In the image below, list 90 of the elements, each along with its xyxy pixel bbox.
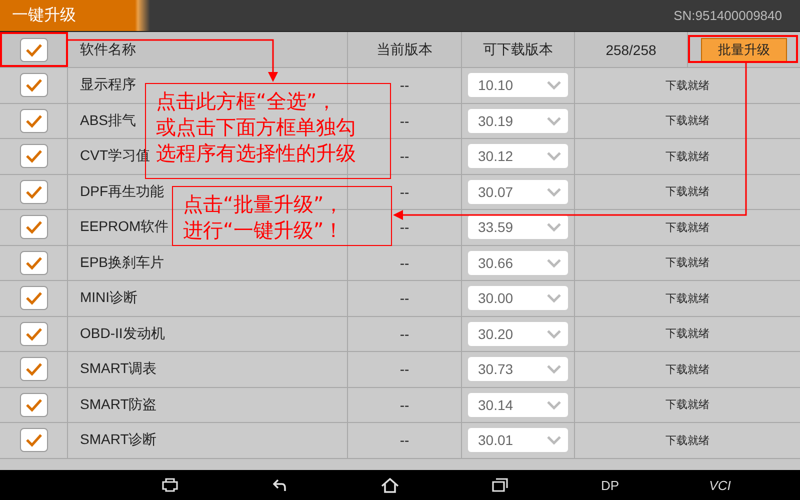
checkmark-icon: [24, 149, 42, 164]
version-dropdown[interactable]: 30.14: [468, 392, 568, 417]
dp-button[interactable]: DP: [555, 470, 665, 500]
annotation-text: 点击“批量升级”，进行“一键升级”！: [183, 191, 345, 243]
version-dropdown[interactable]: 30.12: [468, 144, 568, 168]
chevron-down-icon: [546, 80, 562, 90]
checkmark-icon: [24, 326, 42, 341]
checkbox[interactable]: [20, 144, 48, 168]
download-status: 下载就绪: [666, 292, 710, 306]
chevron-down-icon: [546, 293, 562, 304]
software-name: SMART调表: [80, 360, 157, 378]
checkbox[interactable]: [20, 322, 48, 346]
checkbox[interactable]: [20, 286, 48, 310]
checkbox[interactable]: [20, 180, 48, 204]
download-status: 下载就绪: [666, 114, 710, 128]
batch-upgrade-button[interactable]: 批量升级: [701, 38, 787, 62]
version-dropdown[interactable]: 30.73: [468, 357, 568, 382]
checkmark-icon: [24, 291, 42, 306]
count-label: 258/258: [606, 42, 656, 58]
checkmark-icon: [24, 398, 42, 412]
version-dropdown[interactable]: 30.66: [468, 250, 568, 275]
checkmark-icon: [24, 78, 42, 92]
download-status: 下载就绪: [666, 220, 710, 235]
software-name: SMART诊断: [80, 431, 157, 450]
current-version: --: [400, 77, 410, 94]
checkbox[interactable]: [20, 392, 48, 417]
current-version: --: [400, 184, 410, 200]
checkmark-icon: [24, 114, 42, 128]
software-name: ABS排气: [80, 112, 136, 130]
software-name: SMART防盗: [80, 396, 157, 414]
current-version: --: [400, 361, 410, 378]
serial-number: SN:951400009840: [674, 8, 783, 23]
software-name: DPF再生功能: [80, 182, 164, 201]
checkmark-icon: [24, 42, 42, 56]
checkbox[interactable]: [20, 357, 48, 382]
checkbox[interactable]: [20, 250, 48, 275]
current-version: --: [400, 326, 410, 342]
checkbox[interactable]: [20, 108, 48, 133]
version-dropdown[interactable]: 30.20: [468, 322, 568, 346]
software-name: EEPROM软件: [80, 218, 169, 236]
software-name: MINI诊断: [80, 289, 138, 308]
software-name: EPB换刹车片: [80, 254, 164, 272]
window-title: 一键升级: [11, 5, 76, 26]
current-version: --: [400, 219, 410, 236]
current-version: --: [400, 112, 410, 129]
version-dropdown[interactable]: 30.07: [468, 180, 568, 204]
version-dropdown[interactable]: 30.19: [468, 108, 568, 133]
chevron-down-icon: [546, 435, 562, 446]
chevron-down-icon: [546, 258, 562, 268]
software-name: OBD-II发动机: [80, 324, 165, 343]
column-header: 软件名称: [80, 40, 136, 58]
current-version: --: [400, 396, 410, 413]
current-version: --: [400, 148, 410, 164]
checkbox[interactable]: [20, 38, 48, 62]
current-version: --: [400, 432, 410, 448]
download-status: 下载就绪: [666, 362, 710, 377]
version-dropdown[interactable]: 30.01: [468, 428, 568, 452]
column-header: 可下载版本: [483, 40, 553, 58]
current-version: --: [400, 254, 410, 271]
chevron-down-icon: [546, 186, 562, 197]
download-status: 下载就绪: [666, 185, 710, 200]
download-status: 下载就绪: [666, 78, 710, 93]
version-dropdown[interactable]: 30.00: [468, 286, 568, 310]
checkmark-icon: [24, 220, 42, 234]
download-status: 下载就绪: [666, 398, 710, 412]
checkbox[interactable]: [20, 215, 48, 240]
software-name: 显示程序: [80, 76, 136, 94]
chevron-down-icon: [546, 400, 562, 410]
highlight-frame: [0, 32, 68, 67]
checkmark-icon: [24, 256, 42, 270]
checkmark-icon: [24, 362, 42, 376]
chevron-down-icon: [546, 222, 562, 232]
chevron-down-icon: [546, 364, 562, 374]
download-status: 下载就绪: [666, 327, 710, 342]
vci-button[interactable]: VCI: [665, 470, 775, 500]
checkbox[interactable]: [20, 73, 48, 98]
checkmark-icon: [24, 433, 42, 448]
checkmark-icon: [24, 184, 42, 199]
chevron-down-icon: [546, 151, 562, 162]
chevron-down-icon: [546, 116, 562, 126]
annotation-text: 点击此方框“全选”，或点击下面方框单独勾选程序有选择性的升级: [156, 88, 356, 166]
version-dropdown[interactable]: 33.59: [468, 215, 568, 240]
chevron-down-icon: [546, 328, 562, 339]
download-status: 下载就绪: [666, 256, 710, 270]
column-header: 当前版本: [376, 40, 432, 58]
download-status: 下载就绪: [666, 434, 710, 448]
version-dropdown[interactable]: 10.10: [468, 73, 568, 98]
download-status: 下载就绪: [666, 150, 710, 164]
checkbox[interactable]: [20, 428, 48, 452]
current-version: --: [400, 290, 410, 306]
